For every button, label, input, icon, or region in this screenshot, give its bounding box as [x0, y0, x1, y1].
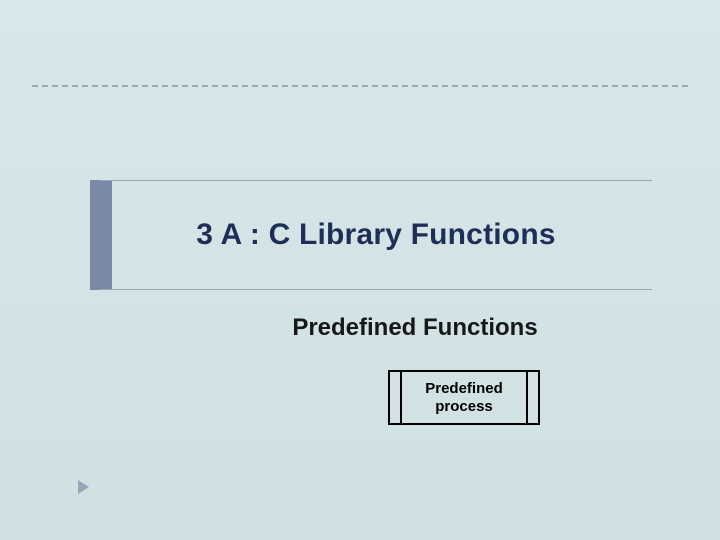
triangle-bullet-icon — [78, 480, 89, 494]
process-label-line1: Predefined — [425, 380, 503, 397]
predefined-process-label: Predefined process — [402, 372, 526, 423]
horizontal-divider — [32, 85, 688, 87]
slide-title: 3 A : C Library Functions — [196, 218, 555, 252]
predefined-process-shape: Predefined process — [388, 370, 540, 425]
predefined-process-right-bar — [526, 372, 528, 423]
slide-subtitle: Predefined Functions — [0, 314, 720, 342]
process-label-line2: process — [435, 398, 493, 415]
title-container: 3 A : C Library Functions — [100, 180, 652, 290]
